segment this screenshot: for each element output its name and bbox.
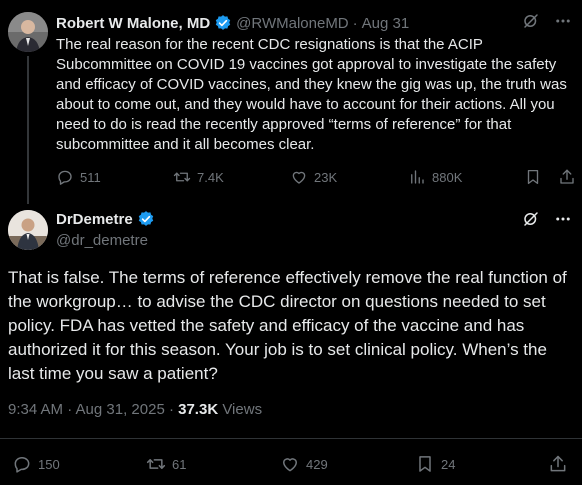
grok-icon[interactable] — [522, 210, 540, 228]
reply-tweet-text: That is false. The terms of reference ef… — [8, 268, 567, 383]
more-options-icon[interactable] — [554, 12, 572, 30]
author-handle[interactable]: @RWMaloneMD — [236, 15, 348, 32]
grok-icon[interactable] — [522, 12, 540, 30]
avatar-drdemetre[interactable] — [8, 210, 48, 250]
verified-badge-icon — [137, 210, 155, 228]
reply-views-count: 37.3K — [178, 401, 219, 418]
reply-name-line: DrDemetre — [56, 210, 155, 228]
bookmark-count: 24 — [441, 456, 456, 472]
reply-button[interactable]: 150 — [12, 454, 60, 474]
avatar-robert-malone[interactable] — [8, 12, 48, 52]
parent-tweet[interactable]: Robert W Malone, MD @RWMaloneMD · Aug 31… — [0, 0, 582, 204]
like-count: 23K — [314, 169, 338, 185]
reply-action-bar: 150 61 429 24 — [12, 454, 572, 474]
tweet-time[interactable]: Aug 31 — [362, 15, 410, 32]
bookmark-icon — [524, 168, 542, 186]
share-icon — [548, 454, 568, 474]
heart-icon — [290, 168, 308, 186]
reply-top-actions — [522, 210, 572, 228]
parent-action-bar: 511 7.4K 23K 880K — [56, 168, 576, 188]
separator-dot: · — [352, 14, 358, 32]
views-count: 880K — [432, 169, 463, 185]
reply-views-label: Views — [218, 401, 263, 418]
repost-button[interactable]: 7.4K — [173, 168, 224, 186]
repost-icon — [146, 454, 166, 474]
repost-count: 61 — [172, 456, 187, 472]
like-count: 429 — [306, 456, 328, 472]
reply-meta: 9:34 AM · Aug 31, 2025 · 37.3K Views — [8, 401, 262, 418]
reply-icon — [56, 168, 74, 186]
more-options-icon[interactable] — [554, 210, 572, 228]
parent-top-actions — [522, 12, 572, 30]
repost-count: 7.4K — [197, 169, 224, 185]
reply-tweet[interactable]: DrDemetre @dr_demetre That is false. The… — [0, 200, 582, 485]
bookmark-button[interactable]: 24 — [415, 454, 455, 474]
reply-count: 511 — [80, 169, 101, 185]
bookmark-button[interactable] — [524, 168, 542, 186]
reply-author-name[interactable]: DrDemetre — [56, 211, 133, 228]
share-button[interactable] — [548, 454, 568, 474]
heart-icon — [280, 454, 300, 474]
like-button[interactable]: 429 — [280, 454, 328, 474]
bookmark-icon — [415, 454, 435, 474]
share-icon — [558, 168, 576, 186]
parent-tweet-header: Robert W Malone, MD @RWMaloneMD · Aug 31 — [56, 13, 409, 33]
reply-icon — [12, 454, 32, 474]
share-button[interactable] — [558, 168, 576, 186]
views-button[interactable]: 880K — [408, 168, 462, 186]
repost-icon — [173, 168, 191, 186]
author-name[interactable]: Robert W Malone, MD — [56, 15, 210, 32]
reply-timestamp[interactable]: 9:34 AM · Aug 31, 2025 · — [8, 401, 178, 418]
parent-tweet-text: The real reason for the recent CDC resig… — [56, 36, 567, 153]
reply-button[interactable]: 511 — [56, 168, 101, 186]
reply-author-handle[interactable]: @dr_demetre — [56, 232, 148, 249]
divider — [0, 438, 582, 439]
thread-connector-line — [27, 56, 29, 204]
verified-badge-icon — [214, 14, 232, 32]
repost-button[interactable]: 61 — [146, 454, 186, 474]
like-button[interactable]: 23K — [290, 168, 337, 186]
analytics-icon — [408, 168, 426, 186]
reply-count: 150 — [38, 456, 60, 472]
